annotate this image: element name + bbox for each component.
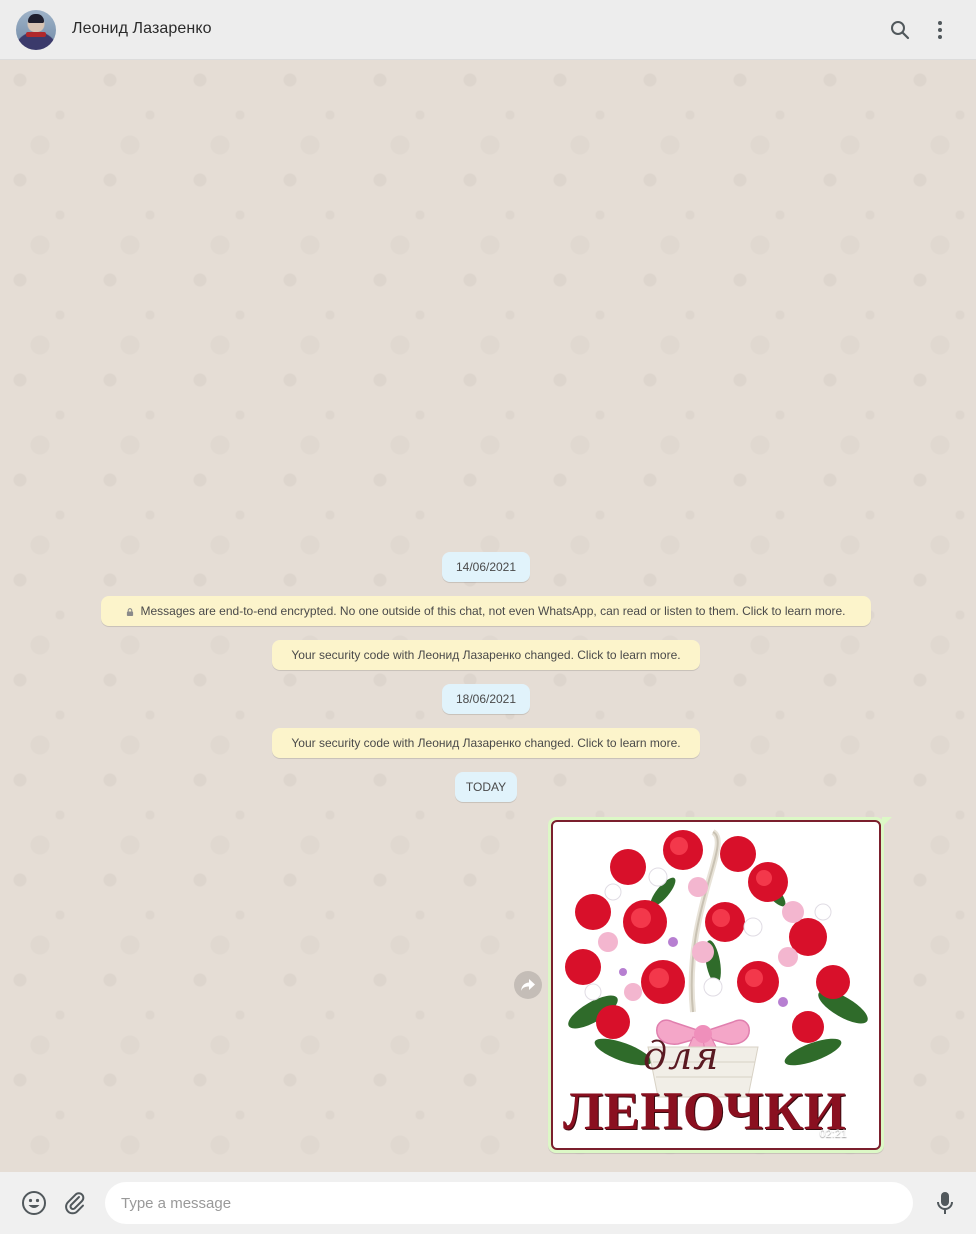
security-code-notice[interactable]: Your security code with Леонид Лазаренко…: [272, 640, 700, 670]
date-pill: 18/06/2021: [442, 684, 530, 714]
image-caption-big: ЛЕНОЧКИ: [563, 1081, 847, 1141]
forward-icon: [521, 979, 535, 991]
message-meta: 02:21: [819, 1128, 867, 1140]
security-code-notice[interactable]: Your security code with Леонид Лазаренко…: [272, 728, 700, 758]
date-pill: 14/06/2021: [442, 552, 530, 582]
emoji-icon: [22, 1191, 46, 1215]
message-input[interactable]: [105, 1182, 913, 1224]
menu-icon: [938, 21, 942, 39]
emoji-button[interactable]: [20, 1189, 48, 1217]
mic-button[interactable]: [931, 1189, 959, 1217]
bubble-tail: [882, 817, 892, 827]
image-message[interactable]: для ЛЕНОЧКИ 02:21: [548, 817, 892, 1153]
mic-icon: [937, 1192, 953, 1214]
avatar-cap: [28, 14, 44, 23]
paperclip-icon: [65, 1192, 85, 1215]
date-pill-today: TODAY: [455, 772, 517, 802]
chat-area[interactable]: 14/06/2021 Messages are end-to-end encry…: [0, 60, 976, 1172]
message-photo[interactable]: для ЛЕНОЧКИ 02:21: [551, 820, 881, 1150]
encryption-notice[interactable]: Messages are end-to-end encrypted. No on…: [101, 596, 871, 626]
search-icon: [891, 21, 910, 40]
image-caption-small: для: [643, 1034, 720, 1078]
compose-bar: [0, 1172, 976, 1234]
lock-icon: [127, 608, 134, 616]
menu-button[interactable]: [926, 16, 954, 44]
avatar-scarf: [26, 32, 46, 37]
message-time: 02:21: [819, 1128, 847, 1140]
contact-name[interactable]: Леонид Лазаренко: [72, 20, 212, 38]
forward-button[interactable]: [514, 971, 542, 999]
double-check-icon: [851, 1129, 866, 1139]
encryption-notice-text: Messages are end-to-end encrypted. No on…: [140, 604, 846, 618]
chat-header: Леонид Лазаренко: [0, 0, 976, 60]
attach-button[interactable]: [61, 1189, 89, 1217]
search-button[interactable]: [886, 16, 914, 44]
avatar[interactable]: [16, 10, 56, 50]
